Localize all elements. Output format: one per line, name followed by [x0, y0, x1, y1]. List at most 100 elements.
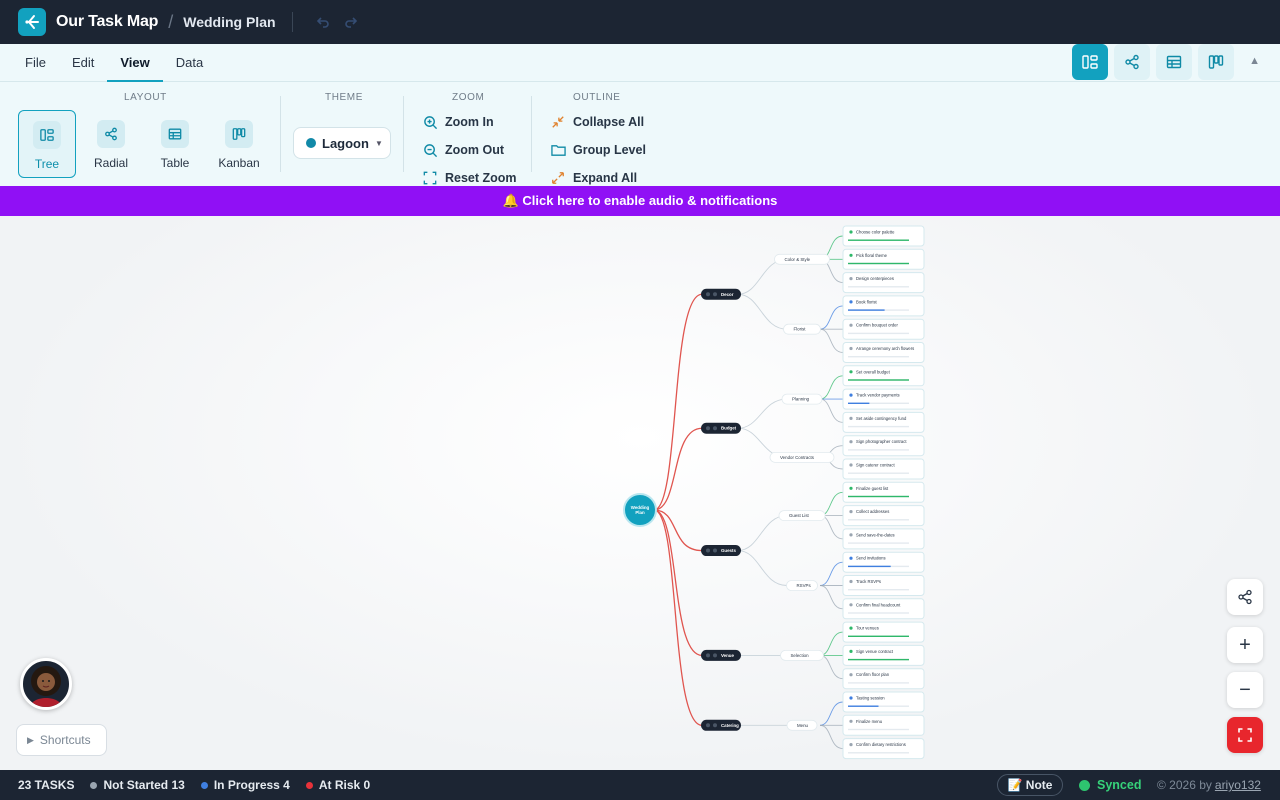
layout-radial-button[interactable]: Radial — [82, 110, 140, 178]
kanban-icon — [225, 120, 253, 148]
branch-node[interactable]: Guests — [701, 545, 741, 557]
group-node[interactable]: Selection — [780, 649, 824, 661]
task-card[interactable]: Set aside contingency fund — [842, 411, 925, 433]
zoom-out-float-button[interactable]: − — [1227, 672, 1263, 708]
task-card[interactable]: Send save-the-dates — [842, 528, 925, 550]
task-name: Design centerpieces — [856, 276, 894, 281]
reset-zoom-button[interactable]: Reset Zoom — [422, 170, 517, 186]
radial-view-button[interactable] — [1114, 44, 1150, 80]
expand-all-button[interactable]: Expand All — [550, 170, 637, 186]
menu-tab-file[interactable]: File — [12, 55, 59, 81]
author-link[interactable]: ariyo132 — [1215, 778, 1261, 792]
task-card[interactable]: Collect addresses — [842, 505, 925, 527]
task-card[interactable]: Confirm bouquet order — [842, 318, 925, 340]
avatar[interactable] — [20, 658, 72, 710]
enable-notifications-banner[interactable]: 🔔 Click here to enable audio & notificat… — [0, 186, 1280, 216]
task-progress-fill — [848, 635, 909, 637]
layout-radial-label: Radial — [93, 156, 129, 170]
table-view-button[interactable] — [1156, 44, 1192, 80]
collapse-all-button[interactable]: Collapse All — [550, 114, 644, 130]
project-name[interactable]: Wedding Plan — [183, 14, 275, 30]
task-card[interactable]: Confirm floor plan — [842, 668, 925, 690]
fullscreen-button[interactable] — [1227, 717, 1263, 753]
task-link — [819, 328, 844, 353]
zoom-in-float-button[interactable]: + — [1227, 627, 1263, 663]
root-node[interactable]: WeddingPlan — [623, 493, 657, 527]
task-link — [819, 654, 844, 680]
task-card[interactable]: Confirm dietary restrictions — [842, 738, 925, 760]
menu-tab-edit[interactable]: Edit — [59, 55, 107, 81]
note-button[interactable]: 📝 Note — [997, 774, 1063, 796]
task-card[interactable]: Design centerpieces — [842, 272, 925, 294]
branch-name: Budget — [721, 426, 737, 431]
shortcuts-toggle[interactable]: ▶ Shortcuts — [16, 724, 107, 756]
group-node[interactable]: Vendor Contracts — [769, 451, 835, 463]
group-node[interactable]: Color & Style — [774, 253, 830, 265]
task-card[interactable]: Choose color palette — [842, 225, 925, 247]
task-progress-fill — [848, 658, 909, 661]
menu-tab-view[interactable]: View — [107, 55, 164, 82]
task-card[interactable]: Sign venue contract — [842, 644, 925, 666]
task-link — [819, 375, 844, 400]
task-card[interactable]: Send invitations — [842, 551, 925, 573]
group-node[interactable]: Guest List — [778, 510, 826, 522]
group-node[interactable]: Florist — [783, 323, 821, 335]
branch-node[interactable]: Budget — [701, 422, 741, 434]
menu-tab-data[interactable]: Data — [163, 55, 216, 81]
theme-select[interactable]: Lagoon ▼ — [293, 127, 391, 159]
layout-tree-button[interactable]: Tree — [18, 110, 76, 178]
branch-toggle-icon — [706, 292, 710, 297]
task-link — [819, 724, 844, 750]
zoom-out-button[interactable]: Zoom Out — [422, 142, 504, 158]
group-level-button[interactable]: Group Level — [550, 142, 646, 158]
collapse-ribbon-icon[interactable]: ▲ — [1249, 55, 1260, 67]
task-status-dot — [849, 579, 853, 584]
app-logo-icon[interactable] — [18, 8, 46, 36]
chevron-down-icon: ▼ — [374, 138, 383, 148]
task-card[interactable]: Sign caterer contract — [842, 458, 925, 480]
task-progress-fill — [848, 565, 891, 568]
branch-node[interactable]: Venue — [701, 649, 741, 661]
task-card[interactable]: Tasting session — [842, 691, 925, 713]
zoom-in-button[interactable]: Zoom In — [422, 114, 494, 130]
task-card[interactable]: Track RSVPs — [842, 575, 925, 596]
task-card[interactable]: Sign photographer contract — [842, 435, 925, 457]
task-link — [819, 305, 844, 330]
table-icon — [1166, 55, 1182, 69]
tree-view-button[interactable] — [1072, 44, 1108, 80]
group-name: Selection — [791, 653, 810, 658]
task-progress-track — [848, 752, 909, 754]
task-card[interactable]: Tour venues — [842, 621, 925, 643]
play-icon: ▶ — [27, 734, 34, 745]
group-node[interactable]: RSVPs — [786, 580, 818, 591]
undo-icon[interactable] — [309, 8, 337, 36]
layout-kanban-button[interactable]: Kanban — [210, 110, 268, 178]
task-card[interactable]: Book florist — [842, 295, 925, 317]
task-card[interactable]: Set overall budget — [842, 365, 925, 387]
status-dot — [305, 781, 313, 789]
layout-table-button[interactable]: Table — [146, 110, 204, 178]
branch-name: Catering — [721, 723, 739, 728]
task-progress-track — [848, 449, 909, 451]
branch-node[interactable]: Decor — [701, 288, 741, 300]
task-progress-track — [848, 542, 909, 544]
branch-node[interactable]: Catering — [701, 719, 741, 731]
share-button[interactable] — [1227, 579, 1263, 615]
task-card[interactable]: Finalize guest list — [842, 481, 925, 503]
redo-icon[interactable] — [337, 8, 365, 36]
task-card[interactable]: Confirm final headcount — [842, 598, 925, 620]
task-status-dot — [849, 603, 853, 607]
mindmap-canvas[interactable]: Choose color palette Pick floral theme Des… — [0, 216, 1280, 770]
task-name: Track vendor payments — [856, 393, 900, 398]
task-card[interactable]: Pick floral theme — [842, 248, 925, 270]
task-card[interactable]: Track vendor payments — [842, 388, 925, 410]
task-status-dot — [849, 393, 853, 397]
branch-toggle-icon — [706, 653, 710, 658]
status-bar: 23 TASKS Not Started 13 In Progress 4 At… — [0, 770, 1280, 800]
zoom-in-label: Zoom In — [445, 115, 494, 129]
group-node[interactable]: Menu — [786, 719, 818, 731]
task-card[interactable]: Arrange ceremony arch flowers — [842, 342, 925, 363]
kanban-view-button[interactable] — [1198, 44, 1234, 80]
group-node[interactable]: Planning — [781, 393, 823, 405]
task-card[interactable]: Finalize menu — [842, 714, 925, 736]
